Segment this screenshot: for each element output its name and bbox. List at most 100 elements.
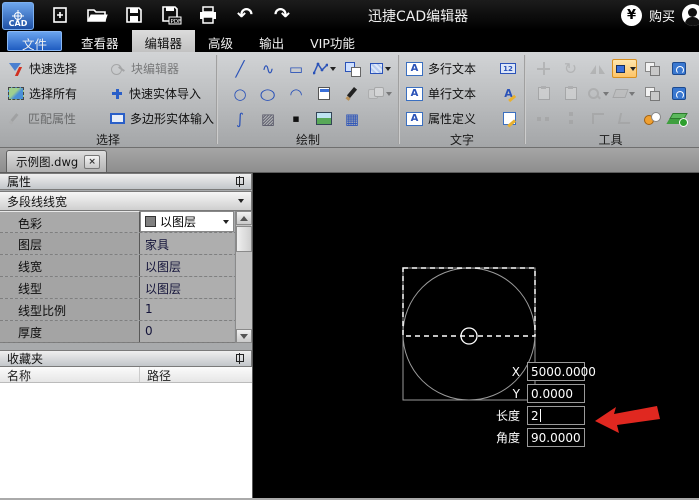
document-tab-bar: 示例图.dwg × <box>0 148 699 173</box>
pin-icon[interactable] <box>234 352 245 365</box>
draw-spline-button[interactable]: ∿ <box>262 61 275 77</box>
new-file-button[interactable] <box>48 4 72 26</box>
draw-arc-button[interactable]: ◠ <box>289 86 302 102</box>
chevron-down-icon <box>602 91 609 96</box>
undo-button[interactable]: ↶ <box>233 4 257 26</box>
property-row-linetype[interactable]: 线型 以图层 <box>0 277 252 299</box>
draw-order-button[interactable] <box>643 112 661 125</box>
multiline-text-button[interactable]: 多行文本 <box>428 60 476 77</box>
copy-nested-button[interactable] <box>644 87 660 101</box>
edit-text-icon[interactable]: A <box>501 87 516 100</box>
property-row-linetype-scale[interactable]: 线型比例 1 <box>0 299 252 321</box>
property-category-label: 多段线线宽 <box>7 194 68 209</box>
pin-icon[interactable] <box>234 175 245 188</box>
boundary-icon <box>369 63 383 74</box>
drawing-canvas[interactable]: X 5000.0000 Y 0.0000 长度 2 角度 90.0000 <box>253 173 699 498</box>
tab-close-button[interactable]: × <box>84 154 101 169</box>
angle-input[interactable]: 90.0000 <box>527 428 585 447</box>
fillet-button <box>591 113 604 124</box>
sync-drawing-button[interactable] <box>671 62 686 75</box>
print-button[interactable] <box>196 4 220 26</box>
text-caret <box>539 409 541 422</box>
favorites-column-name[interactable]: 名称 <box>0 367 140 383</box>
menu-advanced[interactable]: 高级 <box>195 30 246 52</box>
draw-hatch-button[interactable]: ▨ <box>261 110 275 128</box>
menu-viewer[interactable]: 查看器 <box>68 30 132 52</box>
polygon-entity-input-button[interactable]: 多边形实体输入 <box>110 106 222 131</box>
copy-entities-button[interactable] <box>644 62 660 76</box>
ole-object-button[interactable] <box>318 87 330 100</box>
properties-header: 属性 <box>0 173 252 190</box>
x-label: X <box>511 364 520 379</box>
color-value-dropdown[interactable]: 以图层 <box>140 211 234 232</box>
scroll-down-button[interactable] <box>236 329 252 343</box>
quick-select-button[interactable]: 快速选择 <box>8 56 110 81</box>
draw-line-button[interactable]: ╱ <box>235 61 244 77</box>
selection-mode-dropdown[interactable] <box>612 59 637 78</box>
property-category-dropdown[interactable]: 多段线线宽 <box>0 191 252 211</box>
tab-document[interactable]: 示例图.dwg × <box>6 150 108 172</box>
draw-polyline-dropdown[interactable] <box>312 62 336 75</box>
ribbon-section-text: A 多行文本 12 A 单行文本 A A 属性定义 文字 <box>400 52 524 147</box>
length-label: 长度 <box>495 409 520 423</box>
multiline-text-icon: A <box>406 61 423 76</box>
section-label-text: 文字 <box>449 133 474 147</box>
move-button <box>536 61 551 76</box>
singleline-text-button[interactable]: 单行文本 <box>428 85 476 102</box>
length-input[interactable]: 2 <box>527 406 585 425</box>
svg-text:PDF: PDF <box>171 19 182 25</box>
insert-image-button[interactable] <box>316 112 332 125</box>
attribute-define-button[interactable]: 属性定义 <box>428 110 476 127</box>
menu-output[interactable]: 输出 <box>246 30 297 52</box>
select-all-icon <box>8 87 24 100</box>
quick-entity-import-button[interactable]: 快速实体导入 <box>110 81 222 106</box>
property-row-thickness[interactable]: 厚度 0 <box>0 321 252 343</box>
draw-boundary-dropdown[interactable] <box>369 63 391 74</box>
property-scrollbar[interactable] <box>235 211 252 343</box>
property-row-lineweight[interactable]: 线宽 以图层 <box>0 255 252 277</box>
save-as-pdf-button[interactable]: PDF <box>159 4 183 26</box>
insert-block-button[interactable] <box>344 61 361 77</box>
color-swatch <box>145 216 156 227</box>
edit-attribute-icon[interactable] <box>503 112 516 125</box>
draw-point-button[interactable]: ▪ <box>292 112 299 125</box>
draw-circle-button[interactable]: ○ <box>233 86 246 102</box>
favorites-column-path[interactable]: 路径 <box>140 367 171 383</box>
insert-table-button[interactable]: ▦ <box>345 111 359 127</box>
menu-bar: 文件 查看器 编辑器 高级 输出 VIP功能 <box>0 30 699 52</box>
draw-ellipse-button[interactable]: ○ <box>260 86 276 102</box>
user-account-icon[interactable] <box>682 4 699 26</box>
save-button[interactable] <box>122 4 146 26</box>
favorites-list[interactable] <box>0 383 252 498</box>
marker-pen-button[interactable] <box>345 87 359 101</box>
menu-vip[interactable]: VIP功能 <box>297 30 368 52</box>
polygon-icon <box>110 113 125 124</box>
chevron-down-icon <box>223 219 229 224</box>
restore-drawing-button[interactable] <box>671 87 686 100</box>
panel-divider <box>0 343 252 350</box>
x-input[interactable]: 5000.0000 <box>527 362 596 381</box>
draw-scurve-button[interactable]: ∫ <box>236 111 244 127</box>
window-title: 迅捷CAD编辑器 <box>368 9 469 25</box>
open-file-button[interactable] <box>85 4 109 26</box>
scrollbar-thumb[interactable] <box>236 226 252 252</box>
add-layer-button[interactable] <box>671 112 688 127</box>
select-all-button[interactable]: 选择所有 <box>8 81 110 106</box>
menu-file[interactable]: 文件 <box>7 31 63 52</box>
left-panel: 属性 多段线线宽 色彩 以图层 图层 家具 线宽 以图层 线型 以图层 线型比例… <box>0 173 253 498</box>
property-row-color[interactable]: 色彩 以图层 <box>0 211 252 233</box>
menu-editor[interactable]: 编辑器 <box>131 30 196 52</box>
cad-logo[interactable]: CAD <box>2 1 34 30</box>
selection-mode-icon <box>616 64 625 73</box>
scroll-up-button[interactable] <box>236 211 252 225</box>
dimension-icon[interactable]: 12 <box>500 63 516 74</box>
redo-button[interactable]: ↷ <box>270 4 294 26</box>
draw-rectangle-button[interactable]: ▭ <box>289 61 303 77</box>
ribbon-section-selection: 快速选择 块编辑器 选择所有 快速实体导入 匹配属性 多边形实体输入 选择 <box>0 52 216 147</box>
blend-dropdown <box>368 87 392 100</box>
property-row-layer[interactable]: 图层 家具 <box>0 233 252 255</box>
y-input[interactable]: 0.0000 <box>527 384 585 403</box>
chevron-down-icon <box>384 66 391 71</box>
buy-button[interactable]: 购买 <box>649 6 675 25</box>
y-label: Y <box>512 386 520 401</box>
